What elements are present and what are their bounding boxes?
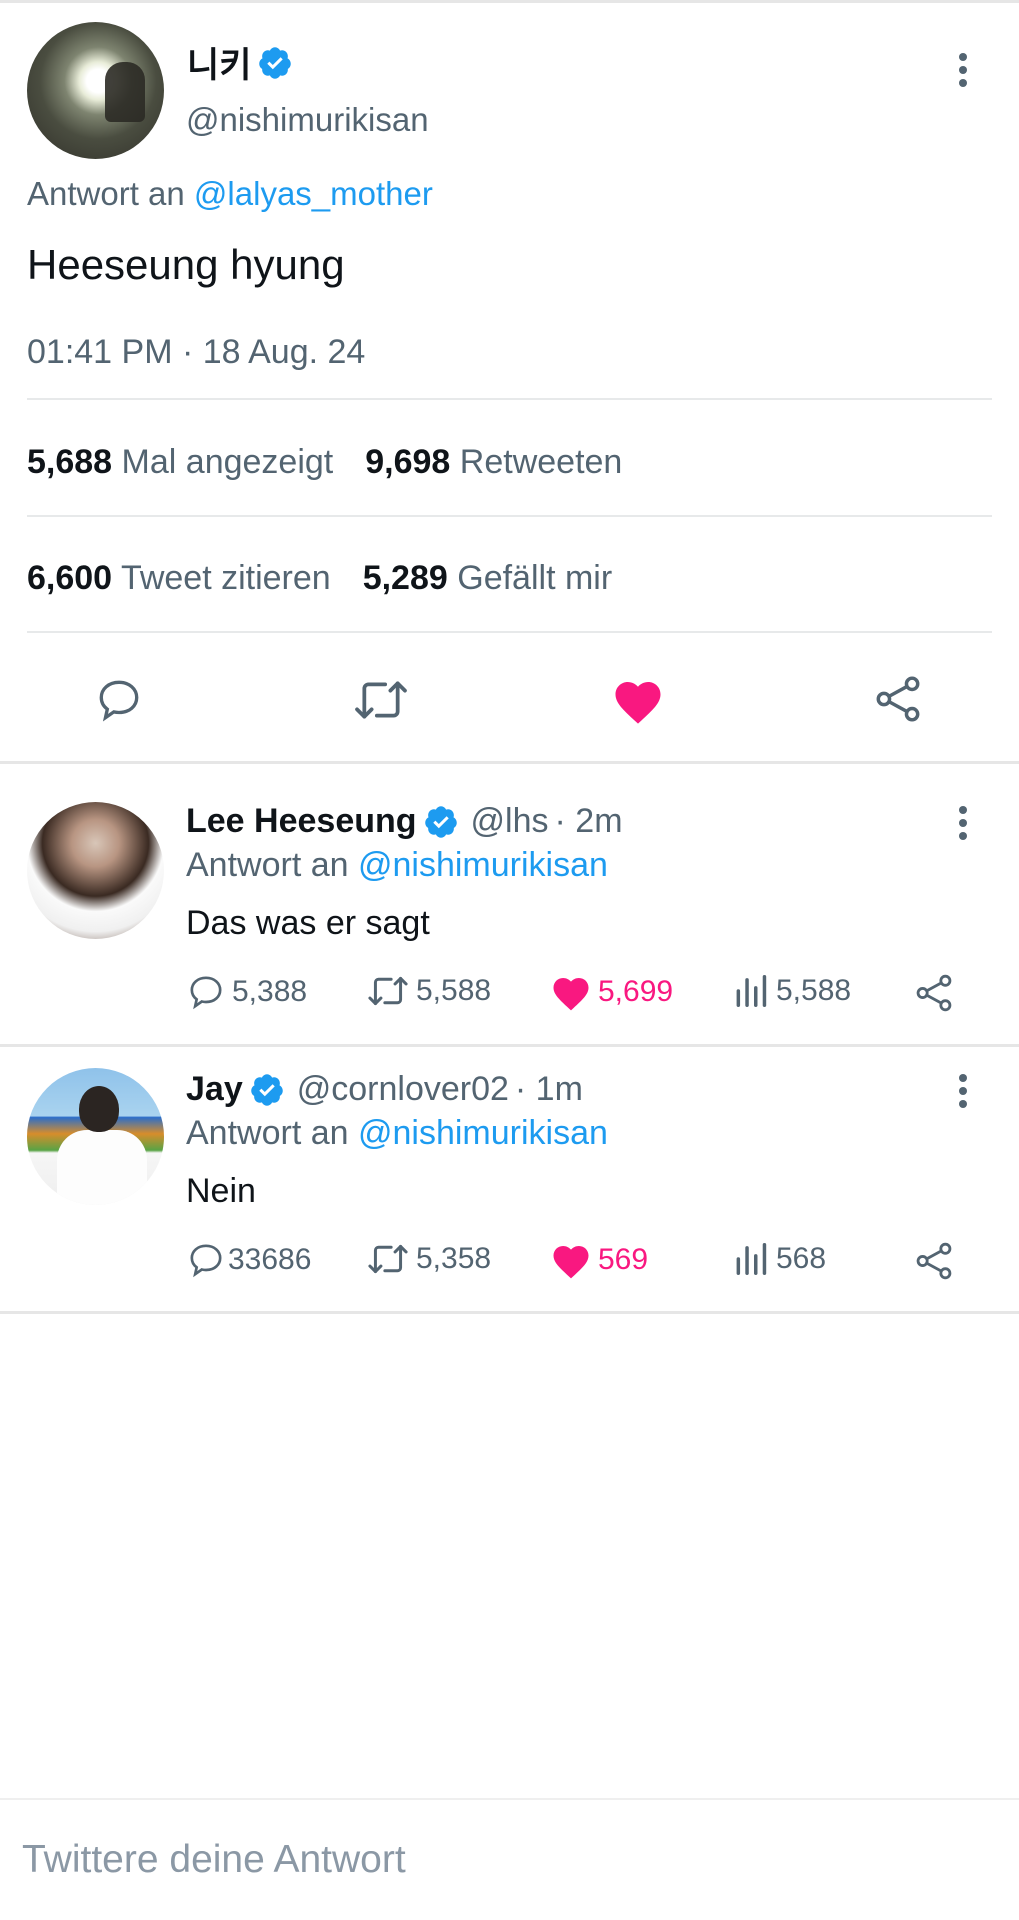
main-tweet: 니키 @nishimurikisan Antwort an @lalyas_mo… [0,3,1019,763]
reply-context: Antwort an @lalyas_mother [27,175,433,213]
reply-count-button[interactable]: 33686 [186,1240,311,1280]
reply-to-handle-link[interactable]: @lalyas_mother [194,175,433,212]
more-options-icon[interactable] [957,53,969,93]
analytics-icon [736,975,767,1007]
stats-row-1: 5,688 Mal angezeigt 9,698 Retweeten [27,443,654,482]
separator [0,1311,1019,1314]
reply-context: Antwort an @nishimurikisan [186,1114,608,1153]
quotes-stat[interactable]: 6,600 Tweet zitieren [27,559,331,598]
retweet-count: 5,588 [416,974,492,1007]
retweet-count-button[interactable]: 5,588 [366,972,491,1010]
likes-stat[interactable]: 5,289 Gefällt mir [363,559,612,598]
author-name-row[interactable]: 니키 [187,37,293,88]
reply-text: Das was er sagt [186,904,430,942]
author-name[interactable]: 니키 [187,37,251,88]
reply-age: · 2m [554,802,623,840]
tweet-timestamp[interactable]: 01:41 PM · 18 Aug. 24 [27,333,365,372]
reply-icon [190,1244,222,1278]
reply-author-handle[interactable]: @cornlover02 [297,1070,509,1109]
reply-prefix: Antwort an [27,175,185,212]
retweet-count-button[interactable]: 5,358 [366,1240,491,1278]
reply-author-handle[interactable]: @lhs [471,802,549,841]
reply-prefix: Antwort an [186,846,349,884]
verified-badge-icon [250,1073,283,1106]
verified-badge-icon [424,805,457,838]
more-options-icon[interactable] [957,1074,969,1114]
reply-to-handle-link[interactable]: @nishimurikisan [358,846,608,884]
composer-divider [0,1798,1019,1800]
reply-count-button[interactable]: 5,388 [186,972,307,1012]
like-count-button[interactable]: 5,699 [550,972,673,1012]
like-filled-icon [553,978,589,1011]
reply-text: Nein [186,1172,256,1210]
verified-badge-icon [259,46,292,79]
reply-author-avatar[interactable] [27,1068,164,1205]
reply-header: Lee Heeseung @lhs · 2m [186,802,623,841]
like-count: 569 [598,1243,649,1276]
share-icon[interactable] [913,972,955,1014]
reply-icon[interactable] [94,675,144,725]
reply-action-bar: 5,388 5,588 5,699 5,588 [186,972,986,1016]
retweet-count: 5,358 [416,1242,492,1275]
reply-tweet[interactable]: Lee Heeseung @lhs · 2m Antwort an @nishi… [0,764,1019,1032]
retweets-stat[interactable]: 9,698 Retweeten [365,443,622,482]
reply-count: 5,388 [232,975,308,1008]
like-count: 5,699 [598,975,674,1008]
author-avatar[interactable] [27,22,164,159]
divider [27,631,992,633]
views-button[interactable]: 568 [732,1240,826,1278]
divider [27,515,992,517]
view-count: 5,588 [776,974,852,1007]
stats-row-2: 6,600 Tweet zitieren 5,289 Gefällt mir [27,559,644,598]
share-icon[interactable] [872,673,924,725]
reply-author-avatar[interactable] [27,802,164,939]
view-count: 568 [776,1242,827,1275]
retweet-icon [368,1244,408,1274]
analytics-icon [736,1243,767,1275]
reply-to-handle-link[interactable]: @nishimurikisan [358,1114,608,1152]
reply-action-bar: 33686 5,358 569 568 [186,1240,986,1284]
reply-author-name[interactable]: Lee Heeseung [186,802,417,841]
share-icon[interactable] [913,1240,955,1282]
reply-tweet[interactable]: Jay @cornlover02 · 1m Antwort an @nishim… [0,1032,1019,1300]
tweet-text: Heeseung hyung [27,241,345,288]
author-handle[interactable]: @nishimurikisan [186,101,429,139]
like-filled-icon[interactable] [611,675,665,725]
retweet-icon[interactable] [351,675,411,725]
reply-author-name[interactable]: Jay [186,1070,243,1109]
reply-composer-input[interactable]: Twittere deine Antwort [22,1838,406,1882]
views-button[interactable]: 5,588 [732,972,851,1010]
reply-prefix: Antwort an [186,1114,349,1152]
reply-count: 33686 [228,1243,312,1276]
like-filled-icon [553,1246,589,1279]
divider [27,398,992,400]
like-count-button[interactable]: 569 [550,1240,648,1280]
reply-header: Jay @cornlover02 · 1m [186,1070,583,1109]
more-options-icon[interactable] [957,806,969,846]
views-stat[interactable]: 5,688 Mal angezeigt [27,443,333,482]
reply-icon [190,976,222,1010]
reply-context: Antwort an @nishimurikisan [186,846,608,885]
reply-age: · 1m [514,1070,583,1108]
retweet-icon [368,976,408,1006]
